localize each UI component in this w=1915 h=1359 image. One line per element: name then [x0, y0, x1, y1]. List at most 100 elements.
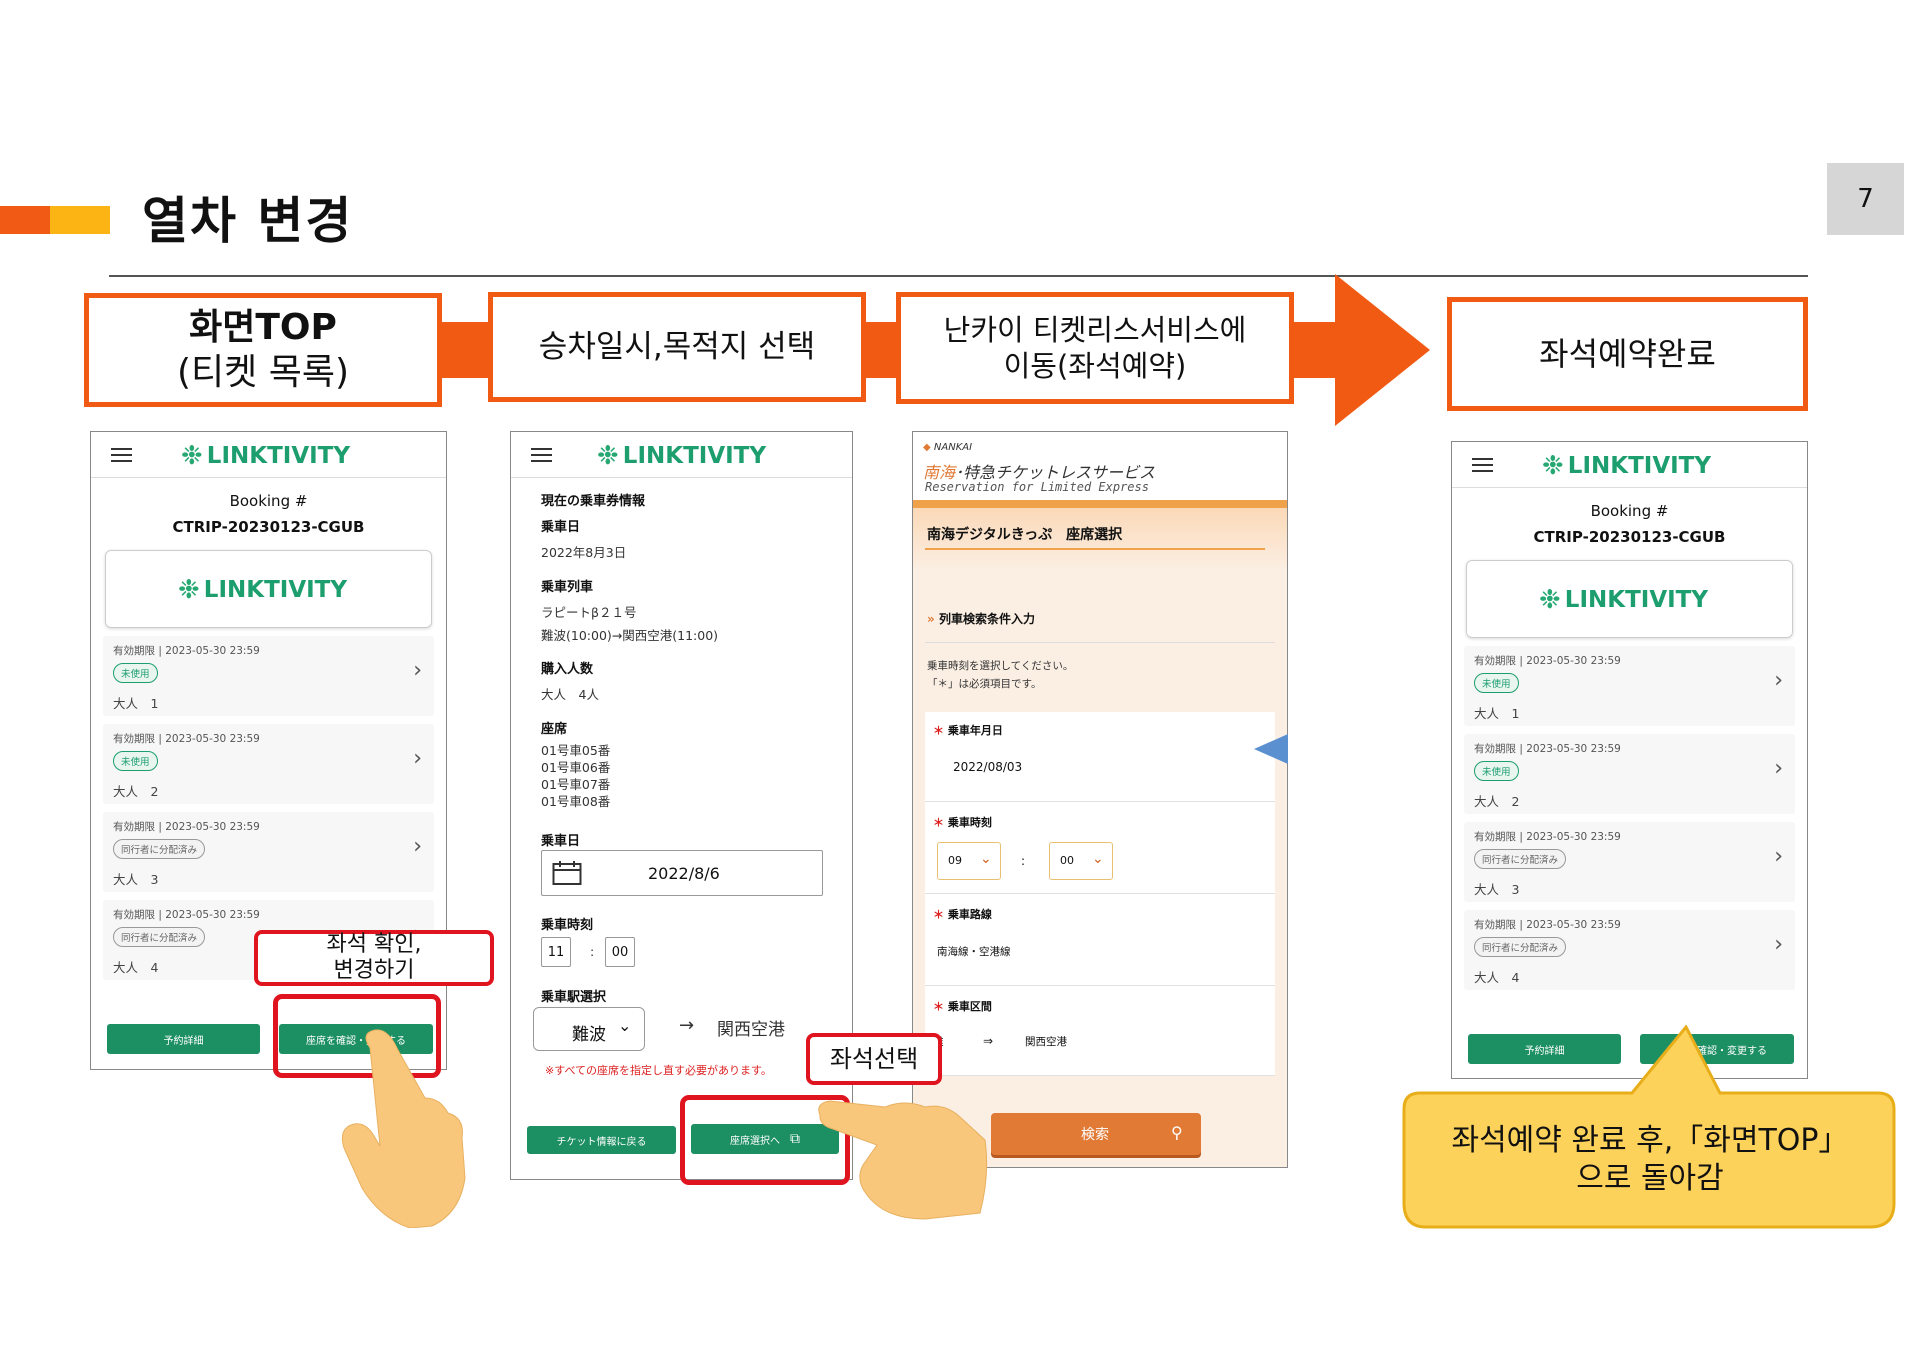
- seat-item: 01号車07番: [541, 776, 611, 792]
- hamburger-menu-icon[interactable]: [111, 448, 132, 462]
- from-station-select[interactable]: 難波 ⌄: [533, 1007, 645, 1051]
- seat-list: 01号車05番 01号車06番 01号車07番 01号車08番: [541, 743, 610, 811]
- step-subtitle: 이동(좌석예약): [1003, 349, 1187, 383]
- linktivity-logo-icon: ❉: [597, 441, 619, 471]
- hamburger-menu-icon[interactable]: [531, 448, 552, 462]
- ticket-expiry: 有効期限 | 2023-05-30 23:59: [1474, 743, 1621, 755]
- linktivity-logo: ❉ LINKTIVITY: [1542, 451, 1711, 481]
- to-station: 関西空港: [717, 1020, 785, 1040]
- time-colon: :: [1021, 854, 1026, 868]
- step-subtitle: (티켓 목록): [176, 352, 349, 393]
- flow-arrow-icon: [1335, 274, 1430, 426]
- return-line: 좌석예약 완료 후,「화면TOP」: [1451, 1123, 1849, 1158]
- slide-title: 열차 변경: [142, 192, 354, 250]
- chevron-down-icon: ⌄: [1092, 851, 1104, 867]
- ticket-expiry: 有効期限 | 2023-05-30 23:59: [113, 733, 260, 745]
- ticket-expiry: 有効期限 | 2023-05-30 23:59: [1474, 919, 1621, 931]
- linktivity-logo-icon: ❉: [178, 575, 200, 605]
- ticket-item[interactable]: 有効期限 | 2023-05-30 23:59 未使用 大人 2 ›: [1464, 734, 1795, 814]
- instruction-line: 乗車時刻を選択してください。: [927, 660, 1074, 672]
- warning-text: ※すべての座席を指定し直す必要があります。: [545, 1064, 772, 1077]
- app-header: ❉ LINKTIVITY: [511, 432, 852, 478]
- search-button[interactable]: 検索 ⚲: [991, 1113, 1201, 1155]
- date-picker-field[interactable]: 2022/8/6: [541, 850, 823, 896]
- new-date-label: 乗車日: [541, 834, 581, 849]
- ticket-item[interactable]: 有効期限 | 2023-05-30 23:59 未使用 大人 2 ›: [103, 724, 434, 804]
- step-title: 좌석예약완료: [1539, 335, 1716, 373]
- ticket-passenger: 大人 3: [1474, 882, 1520, 897]
- from-station: 難波: [572, 1025, 606, 1045]
- section-heading-text: 列車検索条件入力: [938, 612, 1035, 626]
- booking-label: Booking #: [229, 492, 308, 510]
- phone-change-form: ❉ LINKTIVITY 現在の乗車券情報 乗車日 2022年8月3日 乗車列車 …: [510, 431, 853, 1180]
- ticket-item[interactable]: 有効期限 | 2023-05-30 23:59 未使用 大人 1 ›: [1464, 646, 1795, 726]
- nankai-page-heading: 南海デジタルきっぷ 座席選択: [927, 527, 1123, 543]
- people-label: 購入人数: [541, 662, 594, 677]
- heading-underline: [925, 548, 1265, 550]
- current-ticket-heading: 現在の乗車券情報: [541, 494, 646, 509]
- accent-bar-orange: [0, 206, 50, 234]
- ticket-item[interactable]: 有効期限 | 2023-05-30 23:59 同行者に分配済み 大人 3 ›: [103, 812, 434, 892]
- pointing-hand-icon: [341, 1029, 466, 1228]
- step-title: 화면TOP: [189, 307, 337, 348]
- hamburger-menu-icon[interactable]: [1472, 458, 1493, 472]
- status-badge: 未使用: [113, 751, 158, 771]
- minute-select[interactable]: 00 ⌄: [1049, 842, 1113, 880]
- search-icon: ⚲: [1171, 1123, 1183, 1142]
- chevron-right-icon: ›: [1774, 932, 1783, 957]
- status-badge: 未使用: [1474, 673, 1519, 693]
- instruction-line: 「＊」は必須項目です。: [927, 677, 1042, 690]
- seat-item: 01号車08番: [541, 793, 611, 809]
- hour-field[interactable]: 11: [541, 937, 571, 967]
- line-row: ＊ 乗車路線 南海線・空港線: [925, 894, 1275, 986]
- ticket-passenger: 大人 2: [113, 784, 159, 799]
- time-label: 乗車時刻: [541, 918, 594, 933]
- hour-select[interactable]: 09 ⌄: [937, 842, 1001, 880]
- ticket-item[interactable]: 有効期限 | 2023-05-30 23:59 未使用 大人 1 ›: [103, 636, 434, 716]
- step-title: 난카이 티켓리스서비스에: [943, 312, 1247, 347]
- back-to-ticket-button[interactable]: チケット情報に戻る: [527, 1126, 676, 1154]
- nankai-logo: ◆ NANKAI: [923, 442, 972, 453]
- minute-field[interactable]: 00: [605, 937, 635, 967]
- linktivity-logo-icon: ❉: [1542, 451, 1564, 481]
- chevron-down-icon: ⌄: [980, 851, 992, 867]
- ticket-passenger: 大人 2: [1474, 794, 1520, 809]
- seat-label: 座席: [541, 722, 568, 737]
- nankai-stripe: [913, 500, 1287, 508]
- ticket-expiry: 有効期限 | 2023-05-30 23:59: [1474, 655, 1621, 667]
- train-route: 難波(10:00)→関西空港(11:00): [541, 628, 719, 643]
- station-label: 乗車駅選択: [541, 990, 607, 1005]
- linktivity-logo-icon: ❉: [181, 441, 203, 471]
- status-badge: 同行者に分配済み: [1474, 937, 1567, 957]
- status-badge: 同行者に分配済み: [113, 927, 206, 947]
- app-header: ❉ LINKTIVITY: [1452, 442, 1807, 488]
- reservation-details-button[interactable]: 予約詳細: [107, 1024, 260, 1054]
- linktivity-logo: ❉ LINKTIVITY: [181, 441, 350, 471]
- ticket-item[interactable]: 有効期限 | 2023-05-30 23:59 同行者に分配済み 大人 3 ›: [1464, 822, 1795, 902]
- time-colon: :: [590, 944, 595, 959]
- phone-ticket-list-complete: ❉ LINKTIVITY Booking # CTRIP-20230123-CGU…: [1451, 441, 1808, 1079]
- search-button-label: 検索: [1081, 1127, 1109, 1143]
- search-conditions-heading: » 列車検索条件入力: [927, 610, 1035, 627]
- seat-item: 01号車05番: [541, 743, 611, 758]
- pointing-hand-icon: [818, 1100, 988, 1220]
- time-row: ＊ 乗車時刻 09 ⌄ : 00 ⌄: [925, 802, 1275, 894]
- brand-name: LINKTIVITY: [1564, 587, 1709, 613]
- route-arrow: →: [679, 1015, 695, 1036]
- step-screen-top: 화면TOP (티켓 목록): [84, 293, 442, 407]
- status-badge: 未使用: [113, 663, 158, 683]
- booking-label: Booking #: [1590, 502, 1669, 520]
- header-divider: [109, 275, 1808, 277]
- ticket-passenger: 大人 3: [113, 872, 159, 887]
- date-row: ＊ 乗車年月日 2022/08/03: [925, 712, 1275, 802]
- section-label: ＊ 乗車区間: [933, 1000, 992, 1013]
- brand-name: LINKTIVITY: [206, 443, 351, 469]
- new-date-value: 2022/8/6: [648, 864, 720, 883]
- chevron-right-icon: ›: [413, 746, 422, 771]
- ticket-item[interactable]: 有効期限 | 2023-05-30 23:59 同行者に分配済み 大人 4 ›: [1464, 910, 1795, 990]
- step-nankai-service: 난카이 티켓리스서비스에 이동(좌석예약): [896, 292, 1294, 404]
- return-line: 으로 돌아감: [1576, 1160, 1724, 1196]
- ticket-expiry: 有効期限 | 2023-05-30 23:59: [113, 821, 260, 833]
- pointer-marker-icon: [1254, 734, 1288, 764]
- app-header: ❉ LINKTIVITY: [91, 432, 446, 478]
